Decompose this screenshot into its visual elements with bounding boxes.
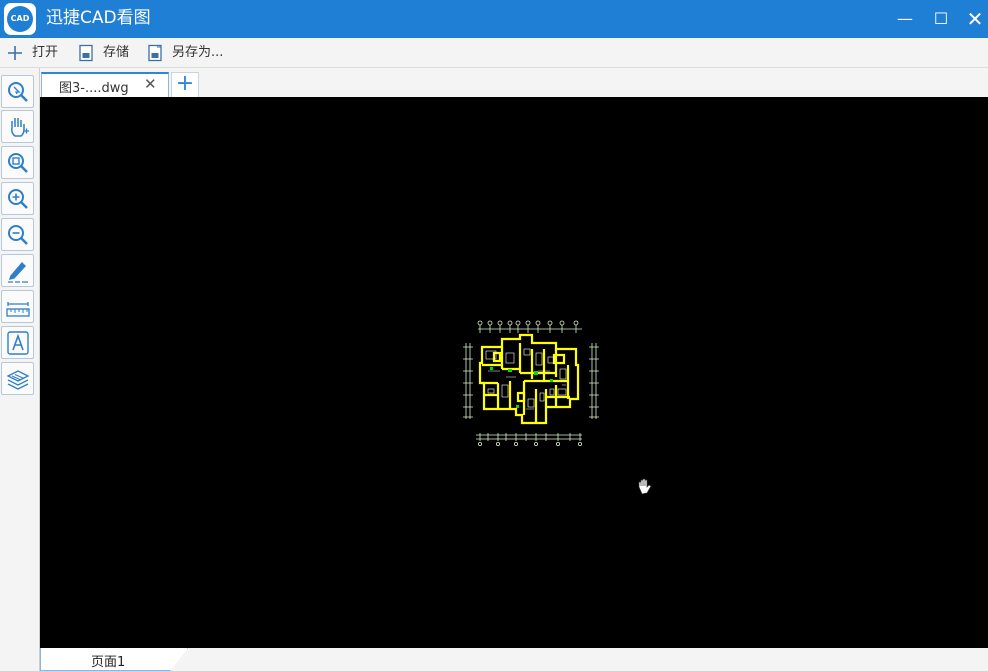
save-document-icon — [79, 44, 93, 62]
measure-tool[interactable] — [1, 290, 34, 323]
open-button[interactable]: 打开 — [6, 43, 66, 63]
app-logo-text: CAD — [7, 6, 33, 32]
save-as-label: 另存为... — [172, 45, 224, 60]
annotate-tool[interactable] — [1, 254, 34, 287]
app-title: 迅捷CAD看图 — [46, 8, 151, 28]
magnify-arrow-icon — [8, 82, 28, 102]
zoom-window-tool[interactable] — [1, 75, 34, 108]
tab-close-icon[interactable]: ✕ — [144, 75, 157, 93]
magnify-square-icon — [8, 153, 28, 173]
save-label: 存储 — [103, 45, 130, 60]
document-tab-bar: 图3-....dwg ✕ + — [40, 68, 988, 97]
layout-tab-page1[interactable]: 页面1 — [40, 648, 188, 671]
document-tab-label: 图3-....dwg — [59, 81, 129, 96]
pan-hand-cursor-icon — [638, 478, 652, 495]
text-tool[interactable] — [1, 326, 34, 359]
save-button[interactable]: 存储 — [77, 43, 137, 63]
save-as-document-icon — [148, 44, 162, 62]
pan-tool[interactable] — [1, 110, 34, 143]
close-button[interactable]: ✕ — [958, 0, 988, 38]
drawing-canvas[interactable] — [40, 97, 988, 648]
tool-sidebar — [0, 68, 40, 671]
ruler-icon — [6, 302, 30, 317]
new-tab-button[interactable]: + — [171, 72, 199, 97]
layout-tab-bar: 页面1 — [40, 648, 988, 671]
hand-icon — [11, 118, 29, 137]
zoom-out-icon — [8, 225, 28, 245]
zoom-in-icon — [8, 189, 28, 209]
pencil-icon — [8, 261, 28, 283]
save-as-button[interactable]: 另存为... — [146, 43, 230, 63]
layers-tool[interactable] — [1, 362, 34, 395]
bottom-dimension-line — [476, 433, 583, 447]
document-tab[interactable]: 图3-....dwg ✕ — [41, 72, 169, 97]
zoom-out-tool[interactable] — [1, 218, 34, 251]
zoom-in-tool[interactable] — [1, 182, 34, 215]
text-a-icon — [7, 331, 29, 355]
app-logo: CAD — [4, 3, 36, 35]
zoom-extents-tool[interactable] — [1, 146, 34, 179]
minimize-button[interactable]: — — [888, 0, 922, 38]
toolbar: 打开 存储 另存为... — [0, 38, 988, 68]
open-label: 打开 — [32, 45, 59, 60]
floor-plan-drawing — [463, 320, 599, 447]
plus-icon — [8, 46, 22, 60]
top-dimension-line — [477, 320, 582, 333]
layout-tab-label: 页面1 — [91, 655, 126, 670]
layers-icon — [6, 370, 30, 390]
maximize-button[interactable]: ☐ — [924, 0, 958, 38]
title-bar: CAD 迅捷CAD看图 — ☐ ✕ — [0, 0, 988, 38]
